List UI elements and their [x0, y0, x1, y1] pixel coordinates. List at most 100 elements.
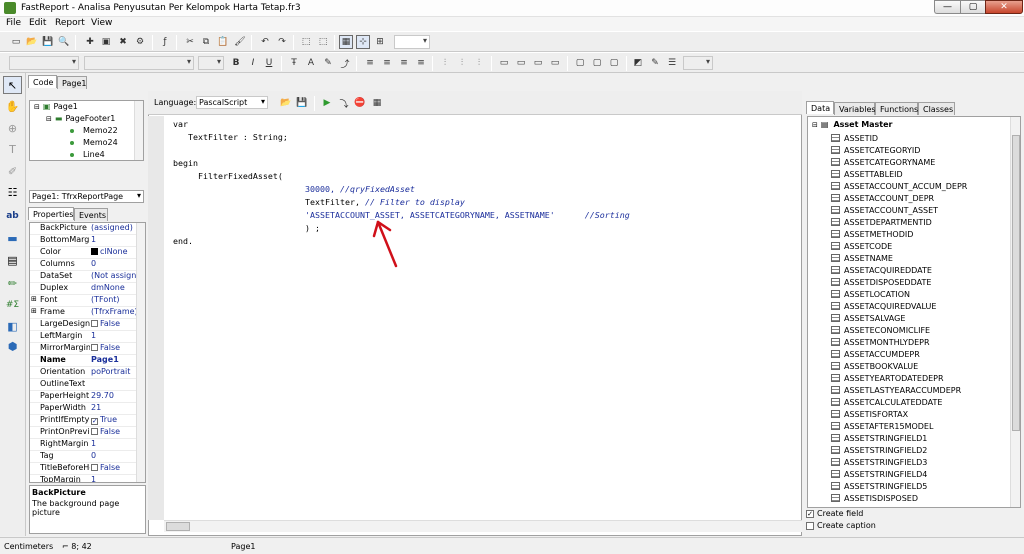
align-left-icon[interactable]: ≡ [363, 56, 377, 70]
stop-script-icon[interactable]: ⛔ [353, 96, 367, 110]
property-value[interactable]: 0 [91, 451, 138, 460]
menu-view[interactable]: View [91, 18, 112, 28]
expand-icon[interactable]: ⊞ [31, 295, 37, 303]
menu-file[interactable]: File [6, 18, 21, 28]
run-script-icon[interactable]: ▶ [320, 96, 334, 110]
property-row[interactable]: TopMargin 1 [30, 475, 138, 482]
save-script-icon[interactable]: 💾 [295, 96, 309, 110]
tree-node-pagefooter1[interactable]: ⊟ ▬ PageFooter1 [46, 114, 115, 123]
fit-to-grid-icon[interactable]: ⊞ [373, 35, 387, 49]
highlight-icon[interactable]: ✎ [321, 56, 335, 70]
field-item[interactable]: ASSETMONTHLYDEPR [831, 336, 930, 348]
bold-icon[interactable]: B [229, 56, 243, 70]
property-row[interactable]: DataSet (Not assigned) [30, 271, 138, 283]
show-grid-icon[interactable]: ▦ [339, 35, 353, 49]
field-item[interactable]: ASSETCALCULATEDDATE [831, 396, 942, 408]
field-item[interactable]: ASSETAFTER15MODEL [831, 420, 933, 432]
frame-right-icon[interactable]: ▭ [548, 56, 562, 70]
field-item[interactable]: ASSETLASTYEARACCUMDEPR [831, 384, 961, 396]
property-value[interactable]: Page1 [91, 355, 138, 364]
text-tool-icon[interactable]: T [3, 140, 22, 158]
property-row[interactable]: PrintIfEmpty ✓ True [30, 415, 138, 427]
save-icon[interactable]: 💾 [41, 35, 55, 49]
property-value[interactable]: poPortrait [91, 367, 138, 376]
subreport-object-icon[interactable]: ▤ [3, 251, 22, 269]
format-painter-icon[interactable]: 🖌 [233, 35, 247, 49]
property-row[interactable]: ⊞ Font (TFont) [30, 295, 138, 307]
property-row[interactable]: Tag 0 [30, 451, 138, 463]
property-row[interactable]: Color clNone [30, 247, 138, 259]
tree-node-memo24[interactable]: Memo24 [70, 138, 118, 147]
new-page-icon[interactable]: ✚ [83, 35, 97, 49]
font-name-combo[interactable] [84, 56, 194, 70]
property-value[interactable]: 1 [91, 235, 138, 244]
maximize-button[interactable]: ▢ [960, 0, 985, 14]
tab-page1[interactable]: Page1 [57, 76, 87, 89]
field-item[interactable]: ASSETCATEGORYID [831, 144, 920, 156]
property-value[interactable]: (assigned) [91, 223, 138, 232]
new-report-icon[interactable]: ▭ [9, 35, 23, 49]
align-to-grid-icon[interactable]: ⊹ [356, 35, 370, 49]
property-value[interactable]: dmNone [91, 283, 138, 292]
tab-classes[interactable]: Classes [918, 102, 955, 115]
align-middle-icon[interactable]: ⫶ [455, 56, 469, 70]
field-item[interactable]: ASSETSALVAGE [831, 312, 905, 324]
property-row[interactable]: PaperHeight 29.70 [30, 391, 138, 403]
picture-object-icon[interactable]: ▬ [3, 229, 22, 247]
system-text-icon[interactable]: #Σ [3, 296, 22, 314]
menu-edit[interactable]: Edit [29, 18, 46, 28]
object-selector-combo[interactable]: Page1: TfrxReportPage [29, 190, 144, 203]
align-center-icon[interactable]: ≡ [380, 56, 394, 70]
field-item[interactable]: ASSETSTRINGFIELD2 [831, 444, 927, 456]
tree-node-memo22[interactable]: Memo22 [70, 126, 118, 135]
code-horizontal-scrollbar[interactable] [164, 520, 802, 532]
expand-icon[interactable]: ⊞ [31, 307, 37, 315]
property-value[interactable]: ✓ True [91, 415, 138, 425]
rotation-icon[interactable]: ⤴ [338, 56, 352, 70]
field-item[interactable]: ASSETSTRINGFIELD5 [831, 480, 927, 492]
property-value[interactable]: (TFont) [91, 295, 138, 304]
variables-icon[interactable]: ƒ [158, 35, 172, 49]
hand-tool-icon[interactable]: ✋ [3, 97, 22, 115]
undo-icon[interactable]: ↶ [258, 35, 272, 49]
property-row[interactable]: RightMargin 1 [30, 439, 138, 451]
field-item[interactable]: ASSETNAME [831, 252, 893, 264]
minimize-button[interactable]: — [934, 0, 960, 14]
new-dialog-icon[interactable]: ▣ [99, 35, 113, 49]
property-row[interactable]: LeftMargin 1 [30, 331, 138, 343]
property-value[interactable]: clNone [91, 247, 138, 256]
cut-icon[interactable]: ✂ [183, 35, 197, 49]
property-value[interactable]: 21 [91, 403, 138, 412]
property-row[interactable]: BottomMargin1 [30, 235, 138, 247]
field-item[interactable]: ASSETACCUMDEPR [831, 348, 920, 360]
field-item[interactable]: ASSETISFORTAX [831, 408, 908, 420]
open-folder-icon[interactable]: 📂 [25, 35, 39, 49]
property-value[interactable]: 1 [91, 439, 138, 448]
italic-icon[interactable]: I [246, 56, 260, 70]
data-tree-scrollbar[interactable] [1010, 117, 1020, 507]
property-row[interactable]: ⊞ Frame (TfrxFrame) [30, 307, 138, 319]
field-item[interactable]: ASSETACCOUNT_ASSET [831, 204, 938, 216]
property-value[interactable]: False [91, 463, 138, 472]
draw-object-icon[interactable]: ✏ [3, 274, 22, 292]
frame-width-combo[interactable] [683, 56, 713, 70]
text-object-icon[interactable]: ab [3, 207, 22, 225]
ungroup-icon[interactable]: ⬚ [316, 35, 330, 49]
font-size-combo[interactable] [198, 56, 224, 70]
property-value[interactable]: 1 [91, 475, 138, 482]
tab-functions[interactable]: Functions [875, 102, 918, 115]
field-item[interactable]: ASSETDISPOSEDDATE [831, 276, 931, 288]
field-item[interactable]: ASSETDEPARTMENTID [831, 216, 932, 228]
frame-none-icon[interactable]: ▢ [590, 56, 604, 70]
font-settings-icon[interactable]: Ŧ [287, 56, 301, 70]
field-item[interactable]: ASSETACCOUNT_ACCUM_DEPR [831, 180, 967, 192]
close-button[interactable]: ✕ [985, 0, 1023, 14]
scroll-thumb[interactable] [1012, 135, 1020, 431]
field-item[interactable]: ASSETYEARTODATEDEPR [831, 372, 944, 384]
frame-left-icon[interactable]: ▭ [531, 56, 545, 70]
open-script-icon[interactable]: 📂 [279, 96, 293, 110]
property-row[interactable]: Name Page1 [30, 355, 138, 367]
copy-icon[interactable]: ⧉ [199, 35, 213, 49]
chart-object-icon[interactable]: ◧ [3, 317, 22, 335]
field-item[interactable]: ASSETISDISPOSED [831, 492, 918, 504]
